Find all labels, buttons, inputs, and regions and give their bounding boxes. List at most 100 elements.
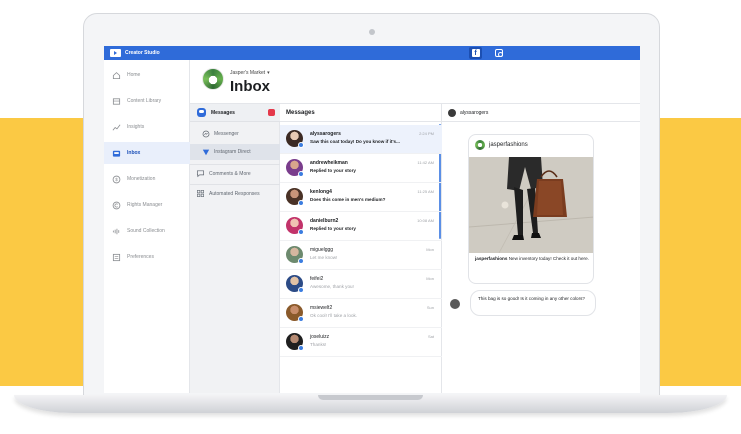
sidebar-item-label: Inbox (127, 150, 141, 156)
instagram-badge-icon (298, 171, 304, 177)
thread-preview: Replied to your story (310, 226, 356, 231)
instagram-badge-icon (298, 200, 304, 206)
instagram-badge-icon (298, 316, 304, 322)
message-list-title: Messages (280, 104, 442, 122)
webcam-icon (369, 29, 375, 35)
sound-icon (112, 227, 121, 236)
stage: Creator Studio f Home Content Library In… (0, 0, 741, 434)
instagram-badge-icon (298, 258, 304, 264)
avatar (450, 299, 460, 309)
thread-preview: Let me know! (310, 255, 338, 260)
thread-time: Sun (426, 305, 434, 310)
page-avatar[interactable] (202, 68, 224, 90)
post-photo-art (469, 157, 593, 253)
instagram-badge-icon (298, 229, 304, 235)
sidebar-item-label: Rights Manager (127, 202, 163, 208)
thread-preview: Ok cool! I'll take a look. (310, 313, 358, 318)
instagram-badge-icon (298, 287, 304, 293)
subnav-automated-responses[interactable]: Automated Responses (190, 184, 280, 202)
thread-row[interactable]: kenlong4 Does this come in men's medium?… (280, 183, 442, 212)
conversation-panel: alyssarogers jasperfashions jasperfashio… (442, 104, 640, 393)
instagram-badge-icon (298, 345, 304, 351)
thread-time: Mon (426, 276, 434, 281)
sidebar-item-label: Insights (127, 124, 145, 130)
svg-text:$: $ (115, 177, 118, 182)
messages-icon (197, 108, 206, 117)
page-title: Inbox (230, 78, 270, 95)
thread-name: joseluizz (310, 334, 330, 340)
comment-icon (196, 165, 205, 183)
sidebar-item-monetization[interactable]: $ Monetization (104, 168, 190, 190)
thread-preview: Replied to your story (310, 168, 356, 173)
thread-name: msiewelt2 (310, 305, 333, 311)
thread-row[interactable]: feifei2 Awesome, thank you! Mon (280, 270, 442, 299)
thread-preview: Does this come in men's medium? (310, 197, 386, 202)
subnav-messenger[interactable]: Messenger (190, 126, 280, 142)
sidebar-item-content-library[interactable]: Content Library (104, 90, 190, 112)
shared-post-card[interactable]: jasperfashions jasperfashions New invent… (468, 134, 594, 284)
subnav-messages-label: Messages (211, 109, 235, 116)
sidebar-item-label: Home (127, 72, 141, 78)
inbox-subnav: Messages Messenger Instagram Direct Comm… (190, 104, 280, 393)
sidebar-item-rights-manager[interactable]: Rights Manager (104, 194, 190, 216)
sidebar-item-inbox[interactable]: Inbox (104, 142, 190, 164)
message-bubble[interactable]: This bag is so good! Is it coming in any… (470, 290, 596, 316)
thread-name: alyssarogers (310, 131, 341, 137)
sidebar-item-home[interactable]: Home (104, 64, 190, 86)
notification-badge (268, 109, 275, 116)
sidebar-item-insights[interactable]: Insights (104, 116, 190, 138)
thread-row[interactable]: danielburn2 Replied to your story 10:08 … (280, 212, 442, 241)
thread-row[interactable]: alyssarogers Saw this coat today! Do you… (280, 125, 442, 154)
thread-time: 2:24 PM (419, 131, 434, 136)
facebook-tab[interactable]: f (469, 47, 482, 59)
subnav-messenger-label: Messenger (214, 131, 239, 137)
thread-name: danielburn2 (310, 218, 339, 224)
avatar[interactable] (448, 108, 456, 117)
preferences-icon (112, 253, 121, 262)
copyright-icon (112, 201, 121, 210)
inbox-icon (112, 149, 121, 158)
facebook-icon: f (471, 49, 480, 57)
page-header: Jasper's Market ▾ Inbox (190, 60, 640, 104)
thread-time: 11:25 AM (417, 189, 434, 194)
dollar-icon: $ (112, 175, 121, 184)
subnav-messages[interactable]: Messages (190, 104, 280, 122)
sidebar-item-sound-collection[interactable]: Sound Collection (104, 220, 190, 242)
thread-row[interactable]: msiewelt2 Ok cool! I'll take a look. Sun (280, 299, 442, 328)
thread-time: 11:42 AM (417, 160, 434, 165)
messenger-icon (202, 125, 210, 143)
direct-icon (202, 143, 210, 161)
page-switcher[interactable]: Jasper's Market ▾ (230, 70, 270, 76)
avatar (475, 140, 485, 150)
caption-author: jasperfashions (475, 256, 508, 261)
conversation-contact: alyssarogers (460, 109, 489, 116)
thread-row[interactable]: miguelggg Let me know! Mon (280, 241, 442, 270)
chevron-down-icon: ▾ (267, 70, 270, 76)
thread-time: 10:08 AM (417, 218, 434, 223)
conversation-header: alyssarogers (442, 104, 640, 122)
subnav-comments[interactable]: Comments & More (190, 164, 280, 182)
thread-preview: Thanks! (310, 342, 327, 347)
sidebar-item-preferences[interactable]: Preferences (104, 246, 190, 268)
card-author: jasperfashions (489, 142, 528, 148)
sidebar-item-label: Monetization (127, 176, 156, 182)
caption-text: New inventory today! Check it out here. (508, 256, 589, 261)
instagram-badge-icon (298, 142, 304, 148)
thread-name: kenlong4 (310, 189, 332, 195)
brand[interactable]: Creator Studio (110, 48, 160, 58)
thread-row[interactable]: andrewheikman Replied to your story 11:4… (280, 154, 442, 183)
subnav-instagram-direct[interactable]: Instagram Direct (190, 144, 280, 160)
subnav-instagram-label: Instagram Direct (214, 149, 251, 155)
thread-name: miguelggg (310, 247, 334, 253)
thread-name: feifei2 (310, 276, 324, 282)
thread-preview: Awesome, thank you! (310, 284, 354, 289)
top-bar: Creator Studio f (104, 46, 640, 60)
post-caption: jasperfashions New inventory today! Chec… (475, 256, 591, 262)
subnav-comments-label: Comments & More (209, 170, 251, 177)
message-list: Messages alyssarogers Saw this coat toda… (280, 104, 442, 393)
thread-row[interactable]: joseluizz Thanks! Sat (280, 328, 442, 357)
instagram-icon[interactable] (495, 49, 503, 57)
app-name: Creator Studio (125, 50, 160, 56)
subnav-automated-label: Automated Responses (209, 190, 260, 197)
page-name: Jasper's Market (230, 70, 266, 76)
